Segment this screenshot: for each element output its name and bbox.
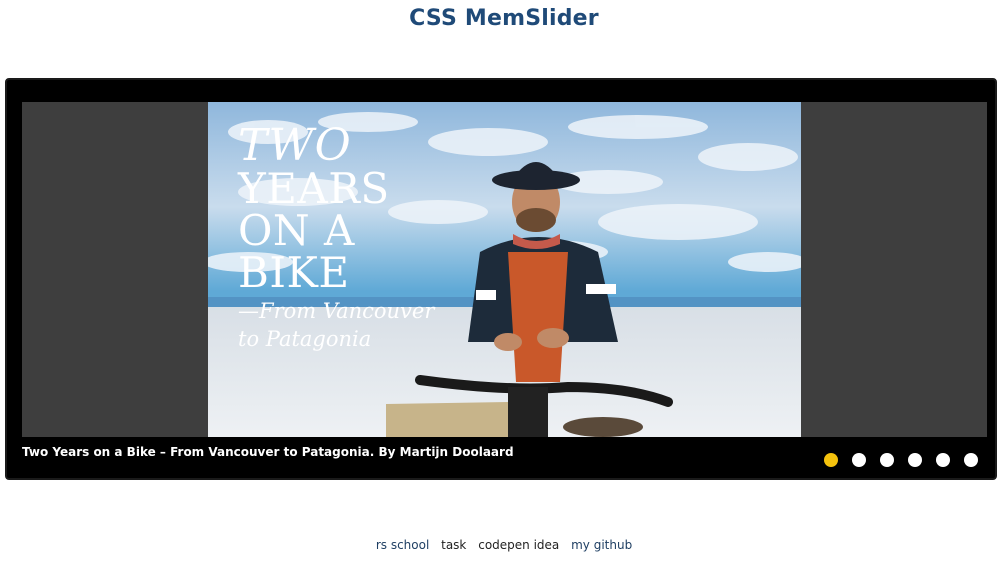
- overlay-title-line: YEARS: [238, 164, 390, 213]
- pagination-dot[interactable]: [880, 453, 894, 467]
- slide-overlay-title: TWO YEARS ON A BIKE —From Vancouver to P…: [238, 120, 435, 352]
- pagination-dot[interactable]: [964, 453, 978, 467]
- page-title: CSS MemSlider: [409, 6, 599, 31]
- overlay-title-line: BIKE: [238, 248, 350, 297]
- pagination-dot[interactable]: [824, 453, 838, 467]
- slide-image: TWO YEARS ON A BIKE —From Vancouver to P…: [208, 102, 801, 437]
- slider: TWO YEARS ON A BIKE —From Vancouver to P…: [5, 78, 997, 480]
- slider-viewport: TWO YEARS ON A BIKE —From Vancouver to P…: [22, 102, 987, 437]
- slide-caption: Two Years on a Bike – From Vancouver to …: [22, 445, 514, 459]
- overlay-title-line: TWO: [238, 120, 352, 171]
- pagination-dot[interactable]: [908, 453, 922, 467]
- footer-link-task[interactable]: task: [441, 538, 466, 552]
- footer-links: rs school task codepen idea my github: [0, 538, 1008, 552]
- footer-link-my-github[interactable]: my github: [571, 538, 632, 552]
- overlay-title-line: ON A: [238, 206, 355, 255]
- overlay-subtitle-line: to Patagonia: [238, 327, 372, 352]
- footer-link-codepen-idea[interactable]: codepen idea: [478, 538, 559, 552]
- footer-link-rs-school[interactable]: rs school: [376, 538, 429, 552]
- pagination-dot[interactable]: [852, 453, 866, 467]
- slider-pagination: [824, 453, 978, 467]
- overlay-subtitle-line: —From Vancouver: [238, 299, 435, 323]
- pagination-dot[interactable]: [936, 453, 950, 467]
